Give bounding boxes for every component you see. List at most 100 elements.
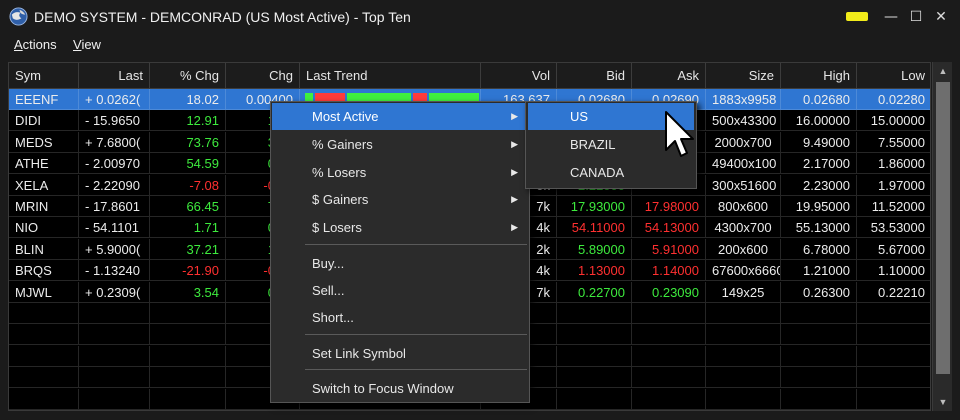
column-header-size[interactable]: Size [706,63,781,89]
cell-sym: BLIN [9,238,79,260]
cell-ask [632,388,706,410]
menu-view[interactable]: View [73,37,101,52]
cell-last [79,388,150,410]
cell-pct-chg [150,388,226,410]
cell-pct-chg: 1.71 [150,217,226,239]
cell-low: 15.00000 [857,110,930,132]
cell-last: - 2.22090 [79,174,150,196]
cell-high [781,324,857,346]
menu-item-gainers[interactable]: $ Gainers ▶ [272,186,528,213]
close-button[interactable]: ✕ [930,6,952,28]
link-color-indicator[interactable] [846,12,868,21]
menu-item-label: Set Link Symbol [312,346,406,361]
cell-pct-chg: -21.90 [150,260,226,282]
cell-size: 2000x700 [706,131,781,153]
submenu-arrow-icon: ▶ [511,111,518,121]
cell-last: - 17.8601 [79,196,150,217]
cell-size: 49400x100 [706,153,781,175]
cell-last [79,345,150,367]
cell-sym: DIDI [9,110,79,132]
submenu-item-canada[interactable]: CANADA [528,159,694,186]
cell-size [706,324,781,346]
scroll-thumb[interactable] [936,82,950,374]
column-header-ask[interactable]: Ask [632,63,706,89]
cell-sym: ATHE [9,153,79,175]
cell-ask: 17.98000 [632,196,706,217]
cell-size: 800x600 [706,196,781,217]
menu-item-switch-to-focus-window[interactable]: Switch to Focus Window [272,375,528,402]
menu-item-label: % Gainers [312,137,373,152]
column-header-chg[interactable]: Chg [226,63,300,89]
cell-high: 2.17000 [781,153,857,175]
cell-last: - 1.13240 [79,260,150,282]
cell-sym [9,388,79,410]
window-title: DEMO SYSTEM - DEMCONRAD (US Most Active)… [34,9,411,25]
cell-pct-chg [150,324,226,346]
menu-item-label: % Losers [312,165,367,180]
cell-pct-chg [150,367,226,389]
cell-sym [9,345,79,367]
menu-item-label: Short... [312,310,354,325]
column-header-vol[interactable]: Vol [481,63,557,89]
cell-ask: 5.91000 [632,238,706,260]
cell-pct-chg [150,345,226,367]
cell-size: 200x600 [706,238,781,260]
vertical-scrollbar[interactable]: ▲ ▼ [932,62,952,411]
menu-actions-label: ctions [22,37,57,52]
cell-sym: XELA [9,174,79,196]
app-globe-icon[interactable] [9,7,28,26]
cell-last: + 5.9000( [79,238,150,260]
cell-low: 1.97000 [857,175,930,196]
menu-actions-mnemonic: A [14,37,23,52]
cell-pct-chg: 54.59 [150,153,226,175]
cell-high [781,367,857,389]
column-header-sym[interactable]: Sym [9,63,79,89]
cell-bid: 54.11000 [557,217,632,239]
menu-actions[interactable]: Actions [14,37,57,52]
cell-sym [9,367,79,389]
menu-bar: Actions View [0,35,960,55]
cell-last: + 0.2309( [79,281,150,303]
column-header-pct-chg[interactable]: % Chg [150,63,226,89]
cell-low: 5.67000 [857,239,930,260]
scroll-down-arrow-icon[interactable]: ▼ [933,393,953,411]
menu-item-short[interactable]: Short... [272,304,528,331]
column-header-last-trend[interactable]: Last Trend [300,63,481,89]
maximize-button[interactable]: ☐ [905,6,927,28]
scroll-up-arrow-icon[interactable]: ▲ [933,62,953,80]
cell-size: 67600x6660 [706,260,781,282]
menu-item-losers[interactable]: % Losers ▶ [272,159,528,186]
cell-ask [632,367,706,389]
menu-item-label: $ Losers [312,220,362,235]
cell-sym: MEDS [9,131,79,153]
column-header-low[interactable]: Low [857,63,930,89]
grid-header: Sym Last% Chg Chg Last Trend Vol Bid Ask Size Hi… [9,63,930,89]
cell-last: - 54.1101 [79,217,150,239]
minimize-button[interactable]: — [880,6,902,28]
menu-view-label: iew [81,37,101,52]
column-header-bid[interactable]: Bid [557,63,632,89]
cell-last: + 7.6800( [79,131,150,153]
cell-low [857,389,930,410]
menu-item-most-active[interactable]: Most Active ▶ [272,103,528,130]
menu-item-set-link-symbol[interactable]: Set Link Symbol [272,340,528,367]
submenu-arrow-icon: ▶ [511,222,518,232]
cell-pct-chg: -7.08 [150,174,226,196]
column-header-last[interactable]: Last [79,63,150,89]
cell-high: 16.00000 [781,110,857,132]
cell-low [857,303,930,324]
cell-high: 0.26300 [781,281,857,303]
column-header-high[interactable]: High [781,63,857,89]
menu-separator [305,244,527,245]
menu-item-losers[interactable]: $ Losers ▶ [272,214,528,241]
cell-ask [632,324,706,346]
cell-size: 1883x9958 [706,89,781,110]
menu-item-buy[interactable]: Buy... [272,250,528,277]
menu-item-sell[interactable]: Sell... [272,277,528,304]
menu-item-gainers[interactable]: % Gainers ▶ [272,131,528,158]
cell-pct-chg: 73.76 [150,131,226,153]
cell-size: 149x25 [706,281,781,303]
cell-last: + 0.0262( [79,89,150,110]
cell-pct-chg: 18.02 [150,89,226,110]
cell-bid: 5.89000 [557,238,632,260]
